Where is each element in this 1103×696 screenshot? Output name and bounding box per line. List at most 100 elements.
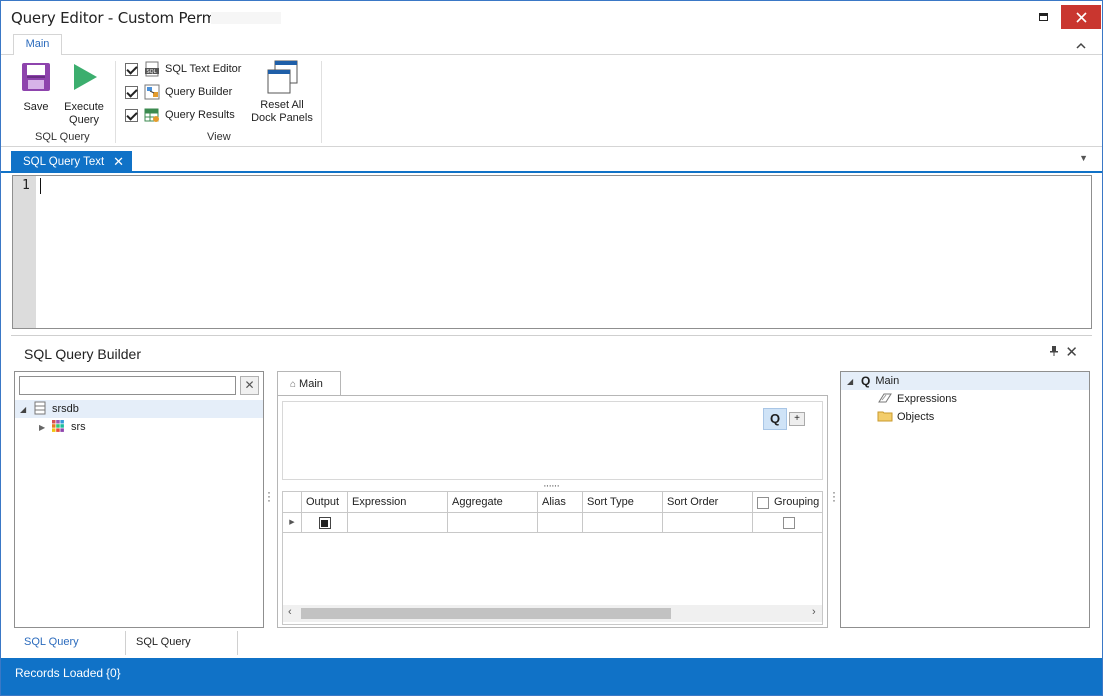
alias-cell[interactable] [538,513,583,533]
query-results-checkbox[interactable] [125,108,138,122]
sort-order-cell[interactable] [663,513,753,533]
close-panel-button[interactable]: ✕ [1065,343,1078,361]
horizontal-scrollbar[interactable]: ‹ › [283,605,822,622]
tree-item-label: srsdb [52,403,79,415]
expressions-icon [877,392,895,407]
center-tab-label: Main [299,378,323,390]
close-tab-button[interactable]: ✕ [113,151,124,173]
scroll-left-icon[interactable]: ‹ [288,606,292,618]
tree-item-main[interactable]: ◢ Q Main [841,372,1089,390]
vertical-splitter-right[interactable]: · · · [832,486,836,506]
tree-item-srs[interactable]: ▶ srs [15,418,263,436]
sql-text-editor-checkbox[interactable] [125,62,138,76]
home-icon: ⌂ [290,379,297,390]
tab-sql-query-text-label: SQL Query Text [23,156,105,168]
reset-label-line1: Reset All [260,99,304,111]
scroll-right-icon[interactable]: › [812,606,816,618]
vertical-splitter-left[interactable]: · · · [267,486,271,506]
save-button[interactable]: Save [17,61,55,114]
tree-item-objects[interactable]: Objects [841,408,1089,426]
query-builder-toggle[interactable]: Query Builder [125,83,232,101]
query-root-button[interactable]: Q [763,408,787,430]
reset-label-line2: Dock Panels [251,112,313,124]
column-header-grouping[interactable]: Grouping [753,492,822,513]
svg-text:SQL: SQL [147,69,157,75]
aggregate-cell[interactable] [448,513,538,533]
close-window-button[interactable] [1061,5,1101,29]
collapse-arrow-icon[interactable]: ◢ [847,377,855,386]
folder-icon [877,410,895,425]
column-header-sort-order[interactable]: Sort Order [663,492,753,513]
table-row[interactable]: ▶ [283,513,822,533]
tree-search-input[interactable] [19,376,236,395]
query-results-toggle[interactable]: Query Results [125,106,235,124]
pin-icon [1050,346,1058,356]
expand-arrow-icon[interactable]: ▶ [39,423,47,432]
execute-label-line2: Query [69,114,99,126]
maximize-icon [1038,13,1048,21]
clear-search-button[interactable]: ✕ [240,376,259,395]
play-icon [74,64,97,90]
tree-item-label: srs [71,421,86,433]
output-cell[interactable] [302,513,348,533]
tree-item-label: Main [875,375,900,387]
column-header-sort-type[interactable]: Sort Type [583,492,663,513]
column-header-output[interactable]: Output [302,492,348,513]
ribbon-group-separator [115,61,116,143]
collapse-arrow-icon[interactable]: ◢ [20,405,28,414]
scroll-thumb[interactable] [301,608,671,619]
query-columns-grid: Output Expression Aggregate Alias Sort T… [282,491,823,625]
sql-text-editor[interactable]: 1 [12,175,1092,329]
reset-dock-panels-button[interactable]: Reset All Dock Panels [250,59,314,125]
execute-label-line1: Execute [64,101,104,113]
sql-text-editor-label: SQL Text Editor [165,63,242,75]
query-builder-title: SQL Query Builder [24,346,141,362]
records-count: {0} [106,666,121,680]
execute-query-button[interactable]: Execute Query [61,61,107,127]
ribbon-tab-strip: Main [1,33,1102,56]
pin-panel-button[interactable] [1050,346,1058,359]
grouping-header-checkbox[interactable] [757,496,769,509]
query-builder-checkbox[interactable] [125,85,138,99]
maximize-button[interactable] [1023,5,1063,29]
view-group-label: View [207,131,231,143]
query-builder-label: Query Builder [165,86,233,98]
sql-query-group-label: SQL Query [35,131,90,143]
dock-panels-icon [267,60,298,94]
column-header-expression[interactable]: Expression [348,492,448,513]
output-checkbox[interactable] [318,517,331,529]
ribbon-group-separator [321,61,322,143]
floppy-disk-icon [22,63,50,91]
row-indicator-header [283,492,302,513]
sql-text-editor-toggle[interactable]: SQL SQL Text Editor [125,60,241,78]
grouping-cell[interactable] [753,513,822,533]
query-icon: Q [861,374,871,388]
document-tab-strip: SQL Query Text ✕ ▼ [1,149,1102,173]
tab-main-query[interactable]: ⌂ Main [277,371,341,396]
sort-type-cell[interactable] [583,513,663,533]
column-header-aggregate[interactable]: Aggregate [448,492,538,513]
query-builder-icon [144,84,160,100]
tab-sql-query-text[interactable]: SQL Query Text ✕ [11,151,132,173]
line-number-gutter: 1 [13,176,36,328]
expression-cell[interactable] [348,513,448,533]
ribbon-collapse-button[interactable] [1076,37,1086,52]
tab-sql-query-builder[interactable]: SQL Query Builder [14,631,126,670]
query-results-label: Query Results [165,109,235,121]
save-label: Save [23,101,49,113]
tree-item-srsdb[interactable]: ◢ srsdb [15,400,263,418]
tree-item-expressions[interactable]: Expressions [841,390,1089,408]
column-header-alias[interactable]: Alias [538,492,583,513]
ribbon: Save Execute Query SQL Query SQL SQL Tex… [1,55,1102,147]
database-icon [34,401,50,418]
row-indicator-arrow-icon: ▶ [283,513,302,533]
tab-sql-query-results[interactable]: SQL Query Results [126,631,238,670]
query-design-canvas[interactable]: Q + [282,401,823,480]
close-icon [1075,11,1087,23]
tab-list-dropdown[interactable]: ▼ [1079,153,1088,163]
add-subquery-button[interactable]: + [789,412,805,426]
grid-header-row: Output Expression Aggregate Alias Sort T… [283,492,822,513]
grouping-checkbox[interactable] [782,517,795,529]
ribbon-tab-main[interactable]: Main [13,34,62,56]
sql-file-icon: SQL [144,61,160,77]
